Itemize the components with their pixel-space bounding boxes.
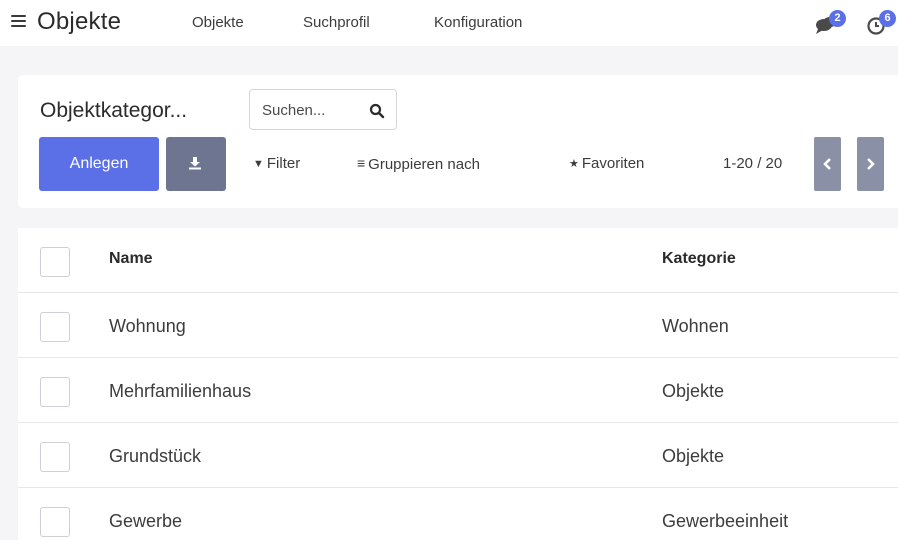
column-header-category[interactable]: Kategorie	[662, 250, 736, 268]
filter-button[interactable]: ▼ Filter	[253, 155, 300, 172]
control-panel: Objektkategor... Anlegen ▼Filter ≡Gruppi…	[18, 75, 898, 208]
table-row[interactable]: Gewerbe Gewerbeeinheit	[18, 488, 898, 540]
pager-next-button[interactable]	[857, 137, 884, 191]
top-navbar: Objekte Objekte Suchprofil Konfiguration…	[0, 0, 898, 46]
favorites-label: Favoriten	[581, 155, 645, 172]
download-button[interactable]	[166, 137, 226, 191]
hamburger-icon[interactable]	[10, 12, 28, 30]
table-header: Name Kategorie	[18, 228, 898, 293]
list-view: Name Kategorie Wohnung Wohnen Mehrfamili…	[18, 228, 898, 540]
group-by-button[interactable]: ≡ Gruppieren nach	[357, 155, 480, 173]
search-input[interactable]	[262, 100, 362, 120]
table-row[interactable]: Wohnung Wohnen	[18, 293, 898, 358]
nav-item-konfiguration[interactable]: Konfiguration	[434, 14, 522, 31]
select-all-checkbox[interactable]	[40, 247, 70, 277]
search-box	[249, 89, 397, 130]
table-row[interactable]: Grundstück Objekte	[18, 423, 898, 488]
favorites-button[interactable]: ★ Favoriten	[569, 155, 644, 172]
row-checkbox[interactable]	[40, 377, 70, 407]
column-header-name[interactable]: Name	[109, 250, 153, 268]
star-icon: ★	[569, 158, 579, 170]
pager-value[interactable]: 1-20 / 20	[723, 155, 782, 172]
row-checkbox[interactable]	[40, 507, 70, 537]
pager-previous-button[interactable]	[814, 137, 841, 191]
group-by-label: Gruppieren nach	[368, 156, 480, 173]
row-category[interactable]: Objekte	[662, 446, 724, 467]
row-checkbox[interactable]	[40, 312, 70, 342]
row-name[interactable]: Mehrfamilienhaus	[109, 381, 251, 402]
chevron-right-icon	[867, 158, 875, 170]
row-name[interactable]: Wohnung	[109, 316, 186, 337]
row-name[interactable]: Gewerbe	[109, 511, 182, 532]
activities-count-badge: 6	[879, 10, 896, 27]
row-checkbox[interactable]	[40, 442, 70, 472]
filter-label: Filter	[266, 155, 301, 172]
filter-icon: ▼	[253, 158, 264, 170]
messages-button[interactable]: 2	[815, 10, 846, 36]
app-title[interactable]: Objekte	[37, 8, 121, 36]
create-button[interactable]: Anlegen	[39, 137, 159, 191]
page-title: Objektkategor...	[40, 99, 188, 122]
messages-count-badge: 2	[829, 10, 846, 27]
activities-button[interactable]: 6	[866, 10, 898, 36]
row-category[interactable]: Gewerbeeinheit	[662, 511, 788, 532]
table-row[interactable]: Mehrfamilienhaus Objekte	[18, 358, 898, 423]
search-icon[interactable]	[369, 103, 385, 119]
row-category[interactable]: Wohnen	[662, 316, 729, 337]
chevron-left-icon	[823, 158, 831, 170]
download-icon	[189, 157, 201, 170]
nav-item-suchprofil[interactable]: Suchprofil	[303, 14, 370, 31]
row-name[interactable]: Grundstück	[109, 446, 201, 467]
row-category[interactable]: Objekte	[662, 381, 724, 402]
list-icon: ≡	[357, 155, 366, 171]
nav-item-objekte[interactable]: Objekte	[192, 14, 244, 31]
